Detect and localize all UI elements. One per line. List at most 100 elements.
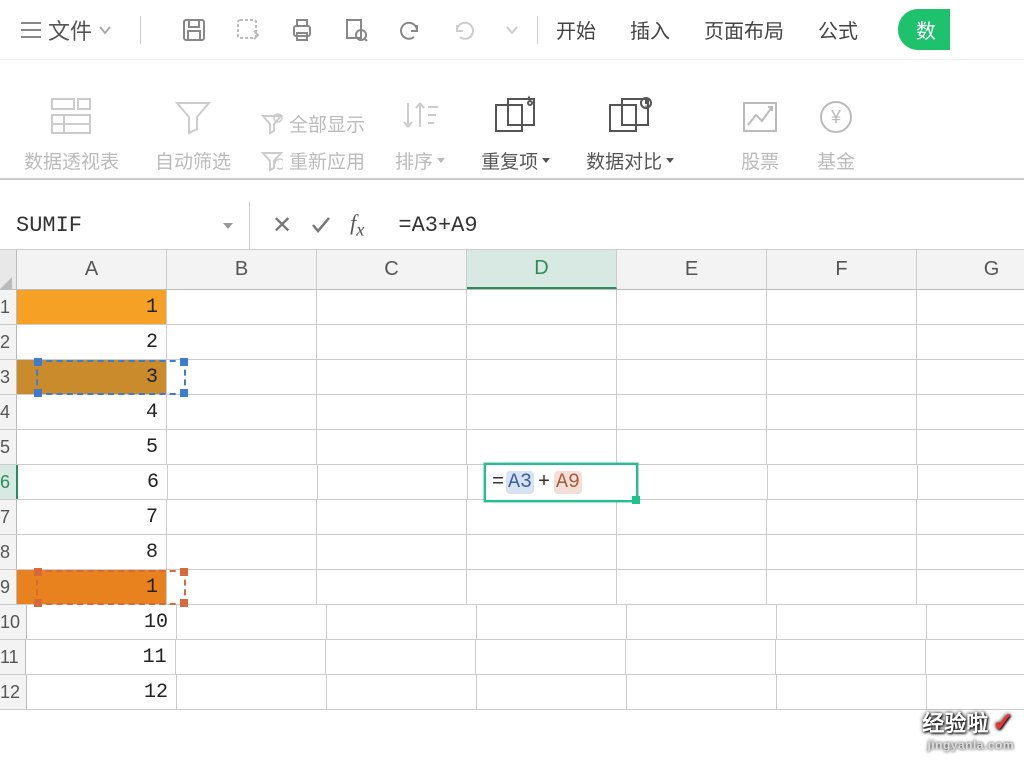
cell[interactable] (467, 290, 617, 324)
row-header[interactable]: 3 (0, 360, 17, 394)
col-header-C[interactable]: C (317, 250, 467, 289)
cell[interactable] (917, 290, 1024, 324)
cell[interactable] (467, 535, 617, 569)
cell[interactable] (626, 640, 776, 674)
cell[interactable] (767, 430, 917, 464)
cell-A2[interactable]: 2 (17, 325, 167, 359)
cell[interactable] (777, 605, 927, 639)
cell[interactable] (177, 675, 327, 709)
cell[interactable] (767, 290, 917, 324)
cell[interactable] (467, 500, 617, 534)
stock-button[interactable]: 股票 (722, 70, 798, 174)
cell-A5[interactable]: 5 (17, 430, 167, 464)
cell[interactable] (617, 360, 767, 394)
row-header[interactable]: 2 (0, 325, 17, 359)
sort-button[interactable]: 排序 (377, 70, 463, 174)
cell[interactable] (167, 500, 317, 534)
cell-A12[interactable]: 12 (27, 675, 177, 709)
cell[interactable] (317, 430, 467, 464)
cell-A1[interactable]: 1 (17, 290, 167, 324)
cell[interactable] (917, 500, 1024, 534)
cell-A6[interactable]: 6 (18, 465, 168, 499)
cell[interactable] (467, 360, 617, 394)
cell[interactable] (617, 570, 767, 604)
row-header[interactable]: 6 (0, 465, 18, 499)
cell[interactable] (467, 570, 617, 604)
cell-A10[interactable]: 10 (27, 605, 177, 639)
row-header[interactable]: 11 (0, 640, 26, 674)
fill-handle[interactable] (632, 496, 640, 504)
tab-data[interactable]: 数 (898, 9, 950, 50)
cell-A11[interactable]: 11 (26, 640, 176, 674)
cell[interactable] (767, 535, 917, 569)
cell[interactable] (167, 360, 317, 394)
cell[interactable] (627, 605, 777, 639)
col-header-D[interactable]: D (467, 250, 617, 289)
col-header-B[interactable]: B (167, 250, 317, 289)
cell[interactable] (767, 360, 917, 394)
col-header-G[interactable]: G (917, 250, 1024, 289)
select-all-corner[interactable] (0, 250, 17, 289)
save-as-icon[interactable] (235, 17, 261, 43)
row-header[interactable]: 9 (0, 570, 17, 604)
cell[interactable] (317, 500, 467, 534)
col-header-F[interactable]: F (767, 250, 917, 289)
tab-start[interactable]: 开始 (556, 15, 596, 44)
cell[interactable] (167, 325, 317, 359)
cell[interactable] (917, 430, 1024, 464)
cell[interactable] (476, 640, 626, 674)
cell[interactable] (927, 605, 1024, 639)
cell-A4[interactable]: 4 (17, 395, 167, 429)
cell[interactable] (327, 675, 477, 709)
cell[interactable] (617, 325, 767, 359)
cell[interactable] (617, 535, 767, 569)
chevron-down-icon[interactable] (505, 23, 519, 37)
col-header-A[interactable]: A (17, 250, 167, 289)
cell[interactable] (317, 395, 467, 429)
cell[interactable] (467, 430, 617, 464)
cell[interactable] (327, 605, 477, 639)
cell-A8[interactable]: 8 (17, 535, 167, 569)
cell[interactable] (317, 535, 467, 569)
cell[interactable] (617, 500, 767, 534)
cell-A3[interactable]: 3 (17, 360, 167, 394)
cell[interactable] (317, 570, 467, 604)
cell[interactable] (776, 640, 926, 674)
cell[interactable] (167, 535, 317, 569)
cell[interactable] (768, 465, 918, 499)
cell[interactable] (317, 360, 467, 394)
tab-layout[interactable]: 页面布局 (704, 15, 784, 44)
cell[interactable] (618, 465, 768, 499)
save-icon[interactable] (181, 17, 207, 43)
cell[interactable] (918, 465, 1024, 499)
row-header[interactable]: 12 (0, 675, 27, 709)
formula-input[interactable]: =A3+A9 (386, 213, 1024, 238)
cell-A7[interactable]: 7 (17, 500, 167, 534)
reapply-button[interactable]: 重新应用 (261, 147, 365, 174)
cell[interactable] (617, 430, 767, 464)
row-header[interactable]: 7 (0, 500, 17, 534)
cell[interactable] (767, 325, 917, 359)
cell[interactable] (317, 325, 467, 359)
data-compare-button[interactable]: 数据对比 (568, 70, 692, 174)
tab-formula[interactable]: 公式 (818, 15, 858, 44)
cell[interactable] (168, 465, 318, 499)
cell[interactable] (176, 640, 326, 674)
print-icon[interactable] (289, 17, 315, 43)
cell[interactable] (627, 675, 777, 709)
filter-button[interactable]: 自动筛选 (137, 70, 249, 174)
accept-icon[interactable] (310, 214, 332, 236)
cell[interactable] (317, 290, 467, 324)
cell-editor[interactable]: = A3 + A9 (484, 463, 638, 502)
row-header[interactable]: 4 (0, 395, 17, 429)
cell[interactable] (617, 395, 767, 429)
cell[interactable] (917, 325, 1024, 359)
row-header[interactable]: 8 (0, 535, 17, 569)
cell[interactable] (477, 605, 627, 639)
cell[interactable] (917, 570, 1024, 604)
file-menu-button[interactable]: 文件 (10, 8, 122, 52)
cell[interactable] (467, 395, 617, 429)
col-header-E[interactable]: E (617, 250, 767, 289)
cell[interactable] (777, 675, 927, 709)
show-all-button[interactable]: 全部显示 (261, 110, 365, 137)
